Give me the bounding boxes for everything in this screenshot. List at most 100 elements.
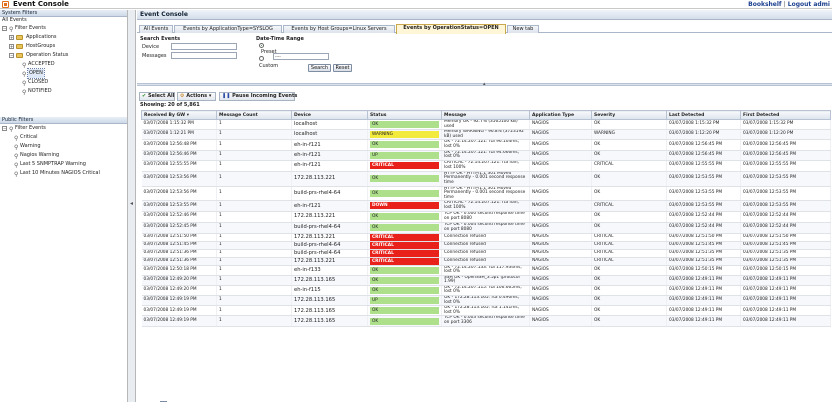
- expand-icon[interactable]: +: [9, 35, 14, 40]
- tab-syslog[interactable]: Events by ApplicationType=SYSLOG: [174, 25, 282, 33]
- first-detected-cell: 03/07/2008 12:53:55 PM: [740, 200, 831, 212]
- bookshelf-link[interactable]: Bookshelf: [748, 1, 781, 8]
- collapse-left-icon[interactable]: ◂: [130, 200, 133, 207]
- table-row[interactable]: 03/07/2008 12:53:55 PM 1 eh-in-f121 DOWN CRI…: [141, 200, 831, 212]
- pause-events-button[interactable]: ❚❚ Pause Incoming Events: [219, 92, 297, 101]
- device-cell: 172.28.113.165: [291, 305, 368, 317]
- received-cell: 03/07/2008 12:52:46 PM: [141, 211, 217, 223]
- search-collapse-bar[interactable]: ▴: [137, 81, 832, 87]
- preset-select[interactable]: ----: [273, 53, 329, 60]
- table-row[interactable]: 03/07/2008 12:51:50 PM 1 172.28.113.221 CRI…: [141, 233, 831, 242]
- search-button[interactable]: Search: [308, 64, 331, 72]
- table-row[interactable]: 03/07/2008 12:50:18 PM 1 eh-in-f133 OK OK - …: [141, 265, 831, 276]
- panel-splitter[interactable]: ◂: [128, 10, 136, 402]
- received-cell: 03/07/2008 12:53:56 PM: [141, 171, 217, 187]
- table-row[interactable]: 03/07/2008 12:51:36 PM 1 build-prs-rhel4-6…: [141, 249, 831, 258]
- all-events-link[interactable]: All Events: [0, 17, 127, 24]
- table-row[interactable]: 03/07/2008 1:15:32 PM 1 localhost OK Memory …: [141, 119, 831, 131]
- public-tree-node-snmptrap-warning[interactable]: ⚲ Last 5 SNMPTRAP Warning: [0, 160, 127, 169]
- tree-node-filter-events[interactable]: − ⚲ Filter Events: [0, 24, 127, 33]
- last-detected-cell: 03/07/2008 12:55:55 PM: [666, 160, 741, 172]
- first-detected-cell: 03/07/2008 12:51:35 PM: [740, 249, 831, 258]
- col-device[interactable]: Device: [291, 110, 368, 120]
- last-detected-cell: 03/07/2008 12:49:11 PM: [666, 295, 741, 307]
- table-row[interactable]: 03/07/2008 1:12:21 PM 1 localhost WARNING Me…: [141, 129, 831, 141]
- expand-icon[interactable]: +: [9, 44, 14, 49]
- status-cell: OK: [367, 139, 442, 151]
- device-input[interactable]: [171, 43, 237, 50]
- col-last-detected[interactable]: Last Detected: [666, 110, 741, 120]
- tab-bar: All Events Events by ApplicationType=SYS…: [137, 23, 832, 34]
- col-severity[interactable]: Severity: [591, 110, 667, 120]
- table-row[interactable]: 03/07/2008 12:51:36 PM 1 172.28.113.221 CRI…: [141, 257, 831, 266]
- table-row[interactable]: 03/07/2008 12:49:20 PM 1 eh-in-f115 OK OK - …: [141, 285, 831, 297]
- table-row[interactable]: 03/07/2008 12:55:55 PM 1 eh-in-f121 CRITICA…: [141, 160, 831, 172]
- col-status[interactable]: Status: [367, 110, 442, 120]
- collapse-icon[interactable]: −: [2, 26, 7, 31]
- logout-link[interactable]: Logout admi: [788, 1, 830, 8]
- public-tree-node-nagios-critical[interactable]: ⚲ Last 10 Minutes NAGIOS Critical: [0, 169, 127, 178]
- collapse-up-icon[interactable]: ▴: [483, 81, 486, 87]
- chevron-down-icon: ▾: [208, 93, 212, 99]
- app-type-cell: NAGIOS: [529, 222, 592, 234]
- table-row[interactable]: 03/07/2008 12:49:20 PM 1 172.28.113.165 OK S…: [141, 275, 831, 286]
- received-cell: 03/07/2008 12:56:48 PM: [141, 139, 217, 151]
- app-type-cell: NAGIOS: [529, 249, 592, 258]
- table-row[interactable]: 03/07/2008 12:49:19 PM 1 172.28.113.165 UP O…: [141, 295, 831, 307]
- severity-cell: WARNING: [591, 129, 667, 141]
- status-badge: UP: [370, 297, 439, 305]
- table-row[interactable]: 03/07/2008 12:56:48 PM 1 eh-in-f121 OK OK - …: [141, 139, 831, 151]
- tree-node-applications[interactable]: + Applications: [0, 33, 127, 42]
- tree-node-notified[interactable]: ⚲ NOTIFIED: [0, 87, 127, 96]
- collapse-icon[interactable]: −: [9, 53, 14, 58]
- table-row[interactable]: 03/07/2008 12:53:56 PM 1 172.28.113.221 OK H…: [141, 171, 831, 187]
- reset-button[interactable]: Reset: [333, 64, 352, 72]
- col-message-count[interactable]: Message Count: [216, 110, 292, 120]
- status-cell: CRITICAL: [367, 249, 442, 258]
- public-tree-node-warning[interactable]: ⚲ Warning: [0, 142, 127, 151]
- received-cell: 03/07/2008 12:51:50 PM: [141, 233, 217, 242]
- tab-new[interactable]: New tab: [507, 25, 539, 33]
- status-badge: OK: [370, 286, 439, 294]
- messages-input[interactable]: [171, 52, 237, 59]
- public-tree-node-critical[interactable]: ⚲ Critical: [0, 133, 127, 142]
- table-row[interactable]: 03/07/2008 12:52:45 PM 1 build-prs-rhel4-6…: [141, 222, 831, 234]
- tree-node-open[interactable]: ⚲ OPEN: [0, 68, 127, 79]
- col-message[interactable]: Message: [441, 110, 530, 120]
- select-all-button[interactable]: ✔ Select All: [139, 92, 175, 101]
- public-tree-node-nagios-warning[interactable]: ⚲ Nagios Warning: [0, 151, 127, 160]
- custom-radio[interactable]: [259, 56, 264, 61]
- table-row[interactable]: 03/07/2008 12:56:46 PM 1 eh-in-f121 UP OK - …: [141, 150, 831, 161]
- status-badge: CRITICAL: [370, 257, 439, 264]
- tab-operation-status-open[interactable]: Events by OperationStatus=OPEN: [396, 24, 506, 34]
- tree-node-hostgroups[interactable]: + HostGroups: [0, 42, 127, 51]
- public-tree-node-filter-events[interactable]: − ⚲ Filter Events: [0, 124, 127, 133]
- tree-node-accepted[interactable]: ⚲ ACCEPTED: [0, 60, 127, 69]
- col-received-by-gw[interactable]: Received By GW ▾: [141, 110, 217, 120]
- last-detected-cell: 03/07/2008 12:51:50 PM: [666, 233, 741, 242]
- preset-radio[interactable]: [259, 43, 264, 48]
- tree-node-label: Filter Events: [15, 25, 46, 31]
- status-cell: OK: [367, 119, 442, 131]
- status-cell: OK: [367, 171, 442, 187]
- actions-label: Actions: [186, 93, 208, 99]
- tab-linux-servers[interactable]: Events by Host Groups=Linux Servers: [283, 25, 395, 33]
- tree-node-closed[interactable]: ⚲ CLOSED: [0, 78, 127, 87]
- table-row[interactable]: 03/07/2008 12:49:19 PM 1 172.28.113.165 OK T…: [141, 315, 831, 327]
- tree-node-operation-status[interactable]: − Operation Status: [0, 51, 127, 60]
- tab-all-events[interactable]: All Events: [139, 25, 173, 33]
- first-detected-cell: 03/07/2008 12:50:15 PM: [740, 265, 831, 276]
- table-row[interactable]: 03/07/2008 12:51:45 PM 1 build-prs-rhel4-6…: [141, 241, 831, 250]
- table-row[interactable]: 03/07/2008 12:52:46 PM 1 172.28.113.221 OK T…: [141, 211, 831, 223]
- status-badge: CRITICAL: [370, 241, 439, 248]
- collapse-icon[interactable]: −: [2, 126, 7, 131]
- col-application-type[interactable]: Application Type: [529, 110, 592, 120]
- received-cell: 03/07/2008 12:53:56 PM: [141, 186, 217, 202]
- table-row[interactable]: 03/07/2008 12:53:56 PM 1 build-prs-rhel4-6…: [141, 186, 831, 202]
- status-cell: UP: [367, 150, 442, 161]
- col-first-detected[interactable]: First Detected: [740, 110, 831, 120]
- table-row[interactable]: 03/07/2008 12:49:19 PM 1 172.28.113.165 OK O…: [141, 305, 831, 317]
- device-cell: localhost: [291, 129, 368, 141]
- count-cell: 1: [216, 249, 292, 258]
- actions-menu-button[interactable]: ⚙ Actions ▾: [177, 92, 216, 101]
